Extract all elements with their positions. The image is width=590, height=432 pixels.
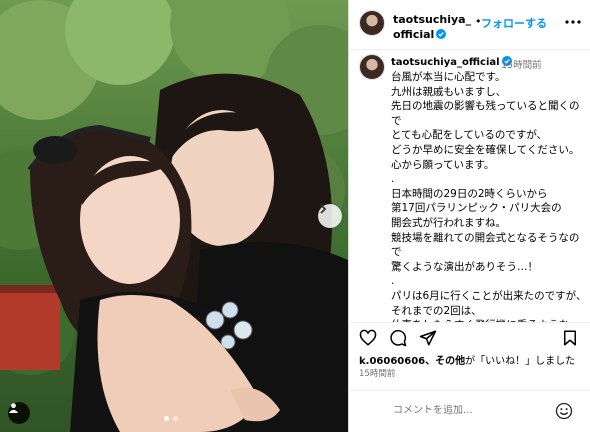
post-time[interactable]: 15時間前 [359,367,395,379]
carousel-dot [173,416,178,421]
comment-icon[interactable] [389,329,407,347]
caption-username-text[interactable]: taotsuchiya_official [391,57,500,68]
post-header: taotsuchiya_official • フォローする [349,0,590,50]
post-photo[interactable] [0,0,348,432]
caption-username[interactable]: taotsuchiya_official [391,56,512,68]
send-icon[interactable] [419,329,437,347]
carousel-indicator [164,416,178,421]
caption-text: 台風が本当に心配です。 九州は親戚もいますし、 先日の地震の影響も残っていると聞… [391,71,587,322]
caption-avatar[interactable] [359,54,385,80]
user-tag-icon [8,403,19,413]
comment-bar [349,390,590,432]
heart-icon[interactable] [359,329,377,347]
header-username[interactable]: taotsuchiya_official [393,12,475,42]
post-side-panel: taotsuchiya_official • フォローする taotsuchiy… [348,0,590,432]
user-tag-button[interactable] [8,402,30,424]
emoji-icon[interactable] [555,402,573,420]
likes-summary[interactable]: k.06060606、その他が「いいね！」しました [359,352,575,367]
likes-user[interactable]: k.06060606、その他 [359,356,465,367]
caption-section: taotsuchiya_official 15時間前 台風が本当に心配です。 九… [349,50,590,322]
more-options-icon[interactable] [563,14,583,30]
carousel-next-button[interactable] [318,204,342,228]
action-bar [349,322,590,348]
photo-illustration [0,0,348,432]
likes-rest: が「いいね！」しました [465,356,576,367]
caption-time[interactable]: 15時間前 [501,57,542,71]
comment-input[interactable] [393,405,543,416]
follow-button[interactable]: フォローする [481,15,547,31]
carousel-dot [164,416,169,421]
verified-badge-icon [436,29,447,39]
chevron-right-icon [320,204,327,214]
avatar[interactable] [359,10,385,36]
username-text[interactable]: taotsuchiya_official [393,13,471,41]
bookmark-icon[interactable] [561,329,579,347]
